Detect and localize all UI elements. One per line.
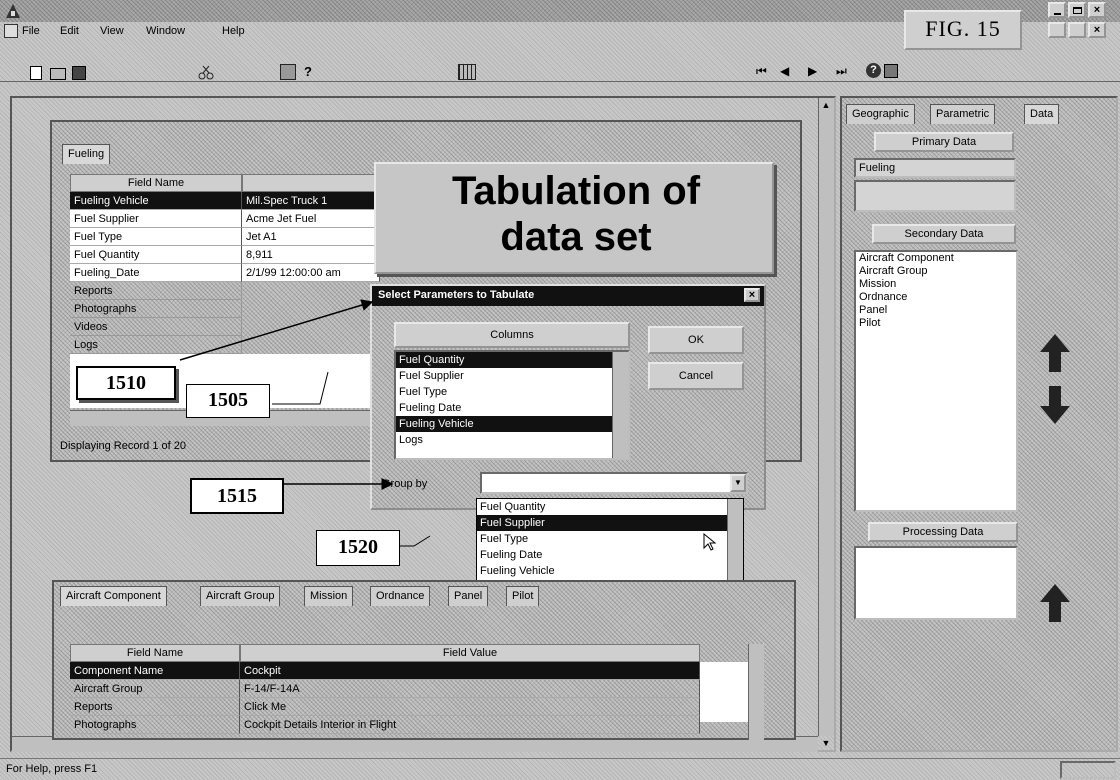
list-item[interactable]: Panel: [856, 304, 1016, 317]
status-bar: For Help, press F1: [0, 758, 1120, 780]
callout-1515: 1515: [190, 478, 284, 514]
list-item[interactable]: Aircraft Group: [856, 265, 1016, 278]
bottom-preview: [700, 662, 748, 722]
tab-aircraft-component[interactable]: Aircraft Component: [60, 586, 167, 606]
callout-1510: 1510: [76, 366, 176, 400]
tab-pilot[interactable]: Pilot: [506, 586, 540, 606]
bottom-rows: Component Name Cockpit Aircraft Group F-14…: [70, 662, 700, 740]
side-panel: Geographic Parametric Data Primary Data …: [840, 96, 1118, 752]
bottom-window: Aircraft Component Aircraft Group Missio…: [52, 580, 796, 740]
processing-data-header: Processing Data: [868, 522, 1018, 542]
table-row[interactable]: Component Name Cockpit: [70, 662, 700, 680]
list-item[interactable]: Aircraft Component: [856, 252, 1016, 265]
side-tabs: Geographic Parametric Data: [846, 104, 1116, 126]
bottom-vscrollbar[interactable]: [748, 644, 764, 740]
move-down-arrow-icon[interactable]: [1038, 384, 1072, 426]
processing-data-list[interactable]: [854, 546, 1018, 620]
primary-data-select[interactable]: Fueling: [854, 158, 1016, 178]
list-item[interactable]: Pilot: [856, 317, 1016, 330]
bottom-tabs: Aircraft Component Aircraft Group Missio…: [60, 586, 780, 608]
table-row[interactable]: Reports Click Me: [70, 698, 700, 716]
tab-panel[interactable]: Panel: [448, 586, 489, 606]
list-item[interactable]: Ordnance: [856, 291, 1016, 304]
secondary-data-header: Secondary Data: [872, 224, 1016, 244]
status-panel: [1060, 761, 1116, 779]
tab-parametric[interactable]: Parametric: [930, 104, 996, 124]
bottom-grid: Field Name Field Value Component Name Coc…: [70, 644, 766, 740]
tab-ordnance[interactable]: Ordnance: [370, 586, 431, 606]
col-header-field-name: Field Name: [70, 644, 240, 662]
callout-1505: 1505: [186, 384, 270, 418]
tab-geographic[interactable]: Geographic: [846, 104, 915, 124]
col-header-field-value: Field Value: [240, 644, 700, 662]
move-up-arrow-icon[interactable]: [1038, 332, 1072, 374]
list-item[interactable]: Mission: [856, 278, 1016, 291]
tab-aircraft-group[interactable]: Aircraft Group: [200, 586, 281, 606]
primary-data-header: Primary Data: [874, 132, 1014, 152]
tab-data[interactable]: Data: [1024, 104, 1060, 124]
tab-mission[interactable]: Mission: [304, 586, 354, 606]
status-text: For Help, press F1: [6, 763, 98, 775]
callout-1520: 1520: [316, 530, 400, 566]
table-row[interactable]: Aircraft Group F-14/F-14A: [70, 680, 700, 698]
move-to-processing-arrow-icon[interactable]: [1038, 582, 1072, 624]
primary-data-list[interactable]: [854, 180, 1016, 212]
table-row[interactable]: Photographs Cockpit Details Interior in F…: [70, 716, 700, 734]
secondary-data-list[interactable]: Aircraft Component Aircraft Group Missio…: [854, 250, 1018, 512]
